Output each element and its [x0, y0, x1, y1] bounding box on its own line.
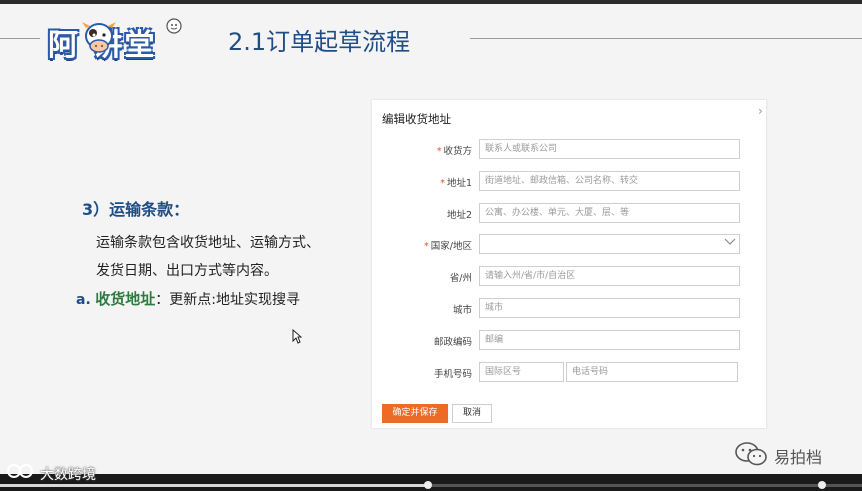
- chevron-down-icon: [724, 238, 736, 245]
- watermark-logo-icon: [7, 464, 33, 478]
- form-title: 编辑收货地址: [382, 112, 451, 126]
- field-label-country: * 国家/地区: [424, 241, 472, 252]
- field-label-address2: 地址2: [446, 210, 472, 221]
- field-label-city: 城市: [452, 305, 472, 316]
- save-button[interactable]: 确定并保存: [382, 404, 448, 423]
- list-item-a: a. 收货地址：更新点:地址实现搜寻: [76, 288, 300, 309]
- progress-fill: [0, 484, 431, 487]
- address2-input[interactable]: 公寓、办公楼、单元、大厦、层、等: [479, 203, 740, 223]
- country-select[interactable]: [479, 234, 740, 254]
- item-marker: a.: [76, 292, 91, 308]
- watermark-right-text: 易拍档: [774, 448, 823, 467]
- field-label-address1: * 地址1: [440, 178, 472, 189]
- section-heading: 3）运输条款：: [82, 200, 190, 219]
- address1-input[interactable]: 街道地址、邮政信箱、公司名称、转交: [479, 171, 740, 191]
- title-rule-left: [0, 38, 40, 39]
- field-label-postcode: 邮政编码: [433, 337, 472, 348]
- progress-marker[interactable]: [818, 481, 826, 489]
- phone-number-input[interactable]: 电话号码: [566, 362, 738, 382]
- body-text-line: 发货日期、出口方式等内容。: [96, 263, 278, 279]
- field-label-province: 省/州: [449, 273, 472, 284]
- item-highlight: 收货地址: [95, 290, 156, 308]
- watermark-left-text: 大数跨境: [40, 467, 96, 483]
- field-label-recipient: * 收货方: [436, 146, 472, 157]
- body-text-line: 运输条款包含收货地址、运输方式、: [96, 235, 320, 251]
- country-code-input[interactable]: 国际区号: [479, 362, 564, 382]
- badge-icon: [166, 18, 182, 34]
- city-input[interactable]: 城市: [479, 298, 740, 318]
- item-text: ：更新点:地址实现搜寻: [155, 292, 300, 308]
- close-chevron-icon[interactable]: ›: [758, 104, 763, 118]
- wechat-icon: [735, 442, 767, 466]
- recipient-input[interactable]: 联系人或联系公司: [479, 139, 740, 159]
- field-label-phone: 手机号码: [433, 369, 472, 380]
- mouse-cursor-icon: [292, 329, 302, 344]
- postcode-input[interactable]: 邮编: [479, 330, 740, 350]
- cow-icon: [82, 22, 116, 53]
- progress-marker[interactable]: [424, 481, 432, 489]
- logo: 阿 讲堂: [48, 16, 188, 64]
- title-rule-right: [470, 38, 862, 39]
- slide-title: 2.1订单起草流程: [228, 28, 411, 56]
- province-input[interactable]: 请输入州/省/市/自治区: [479, 266, 740, 286]
- cancel-button[interactable]: 取消: [452, 404, 492, 423]
